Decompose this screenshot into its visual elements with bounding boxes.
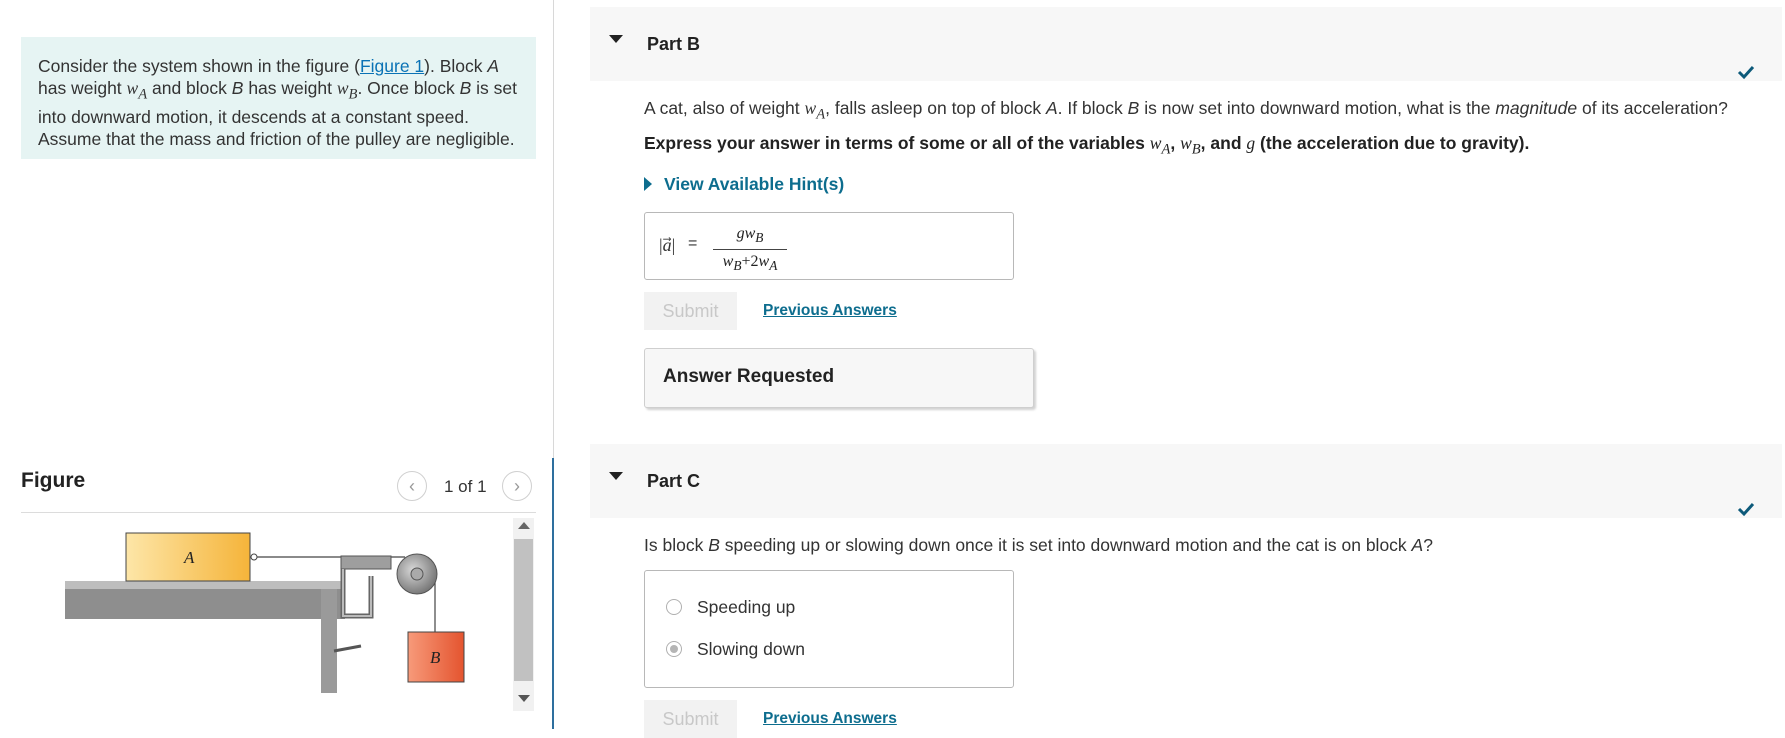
part-c-submit-button[interactable]: Submit [644,700,737,738]
figure-prev-button[interactable]: ‹ [397,471,427,501]
part-c-previous-answers-link[interactable]: Previous Answers [763,710,897,728]
answer-denominator: wB+2wA [722,253,778,274]
answer-equals: = [688,235,698,252]
answer-field[interactable]: |a⃗| = gwB wB+2wA [644,212,1014,280]
choice-slowing-down[interactable]: Slowing down [666,636,805,662]
problem-text: . Once block [357,78,460,98]
block-b-var: B [231,78,244,98]
problem-text: has weight [38,78,127,98]
radio-button[interactable] [666,599,682,615]
figure-next-button[interactable]: › [502,471,532,501]
answer-fraction: gwB wB+2wA [713,225,787,274]
block-b-label: B [430,648,441,667]
part-b-instruction: Express your answer in terms of some or … [644,133,1530,158]
checkmark-icon [1737,502,1755,517]
block-b-var: B [459,78,472,98]
figure-title: Figure [21,469,86,492]
part-b-submit-button[interactable]: Submit [644,292,737,330]
block-b: B [407,631,465,683]
block-a-label: A [183,548,195,567]
chevron-right-icon: › [514,475,520,496]
problem-text: has weight [243,78,337,98]
checkmark-icon [1737,65,1755,80]
answer-lhs: |a⃗| [659,235,676,255]
problem-text: and block [147,78,232,98]
fraction-bar [713,249,787,251]
part-b-previous-answers-link[interactable]: Previous Answers [763,302,897,320]
table [65,581,345,693]
part-c-header[interactable]: Part C [590,444,1782,518]
collapse-triangle-icon[interactable] [609,35,623,43]
scroll-up-icon[interactable] [518,522,530,529]
answer-requested-banner: Answer Requested [644,348,1034,408]
problem-text: ). Block [424,56,488,76]
choice-speeding-up[interactable]: Speeding up [666,594,795,620]
figure-link[interactable]: Figure 1 [360,56,424,76]
column-divider-active[interactable] [552,458,554,729]
part-b-title: Part B [647,34,701,54]
radio-button-selected[interactable] [666,641,682,657]
choice-label: Slowing down [697,638,805,659]
weight-a-var: wA [126,78,148,103]
figure-divider [21,512,536,513]
answer-numerator: gwB [736,225,764,246]
part-c-question: Is block B speeding up or slowing down o… [644,535,1433,555]
scrollbar-thumb[interactable] [514,539,533,681]
problem-text: Consider the system shown in the figure … [38,56,360,76]
part-b-question: A cat, also of weight wA, falls asleep o… [644,98,1728,123]
part-c-title: Part C [647,471,701,491]
column-divider [553,0,554,458]
part-c-choices: Speeding up Slowing down [644,570,1014,688]
collapse-triangle-icon[interactable] [609,472,623,480]
choice-label: Speeding up [697,596,796,617]
caret-right-icon [644,176,652,191]
block-a-var: A [487,56,500,76]
problem-statement: Consider the system shown in the figure … [21,37,536,159]
view-hints-link[interactable]: View Available Hint(s) [644,174,844,195]
left-column: Consider the system shown in the figure … [0,0,554,729]
figure-counter: 1 of 1 [444,477,487,496]
weight-b-var: wB [336,78,358,103]
part-b-header[interactable]: Part B [590,7,1782,81]
chevron-left-icon: ‹ [409,475,415,496]
scroll-down-icon[interactable] [518,695,530,702]
block-a: A [125,532,258,582]
figure-image: A B [65,532,465,693]
figure-scrollbar[interactable] [513,518,534,711]
